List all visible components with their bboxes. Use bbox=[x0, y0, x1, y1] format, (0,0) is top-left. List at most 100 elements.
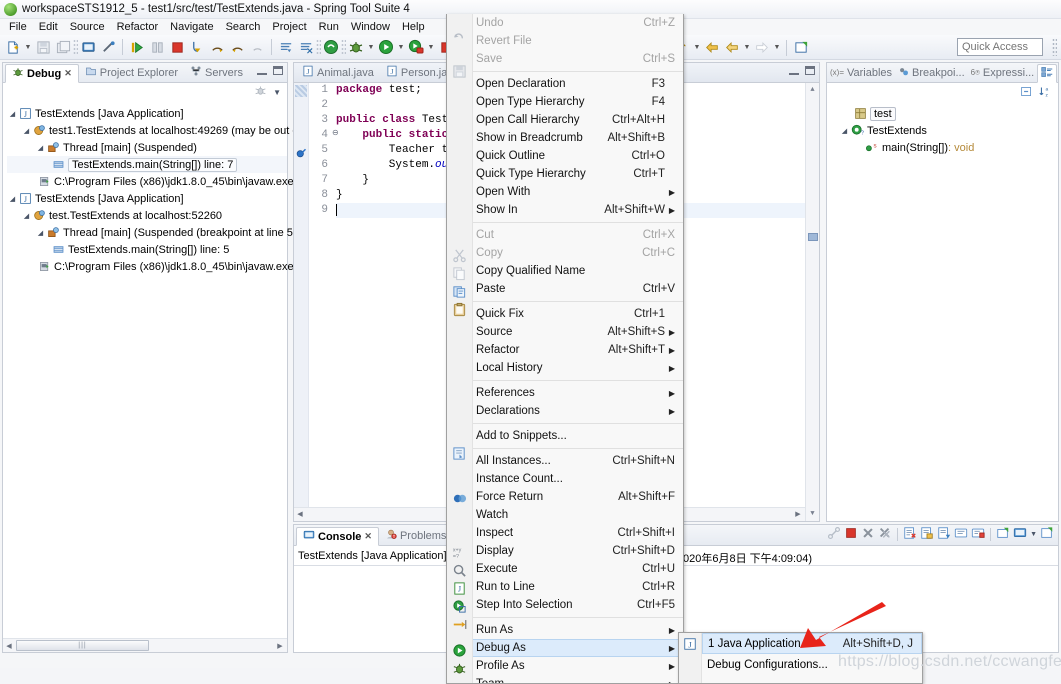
scroll-thumb[interactable]: ||| bbox=[16, 640, 149, 651]
debug-view-hscrollbar[interactable]: ◀ ||| ▶ bbox=[3, 638, 287, 652]
menu-item-display[interactable]: Display Ctrl+Shift+D bbox=[473, 542, 683, 560]
remove-launch-icon[interactable] bbox=[861, 526, 875, 543]
sts-dashboard-icon[interactable] bbox=[321, 37, 341, 57]
twisty-icon[interactable]: ◢ bbox=[839, 125, 850, 136]
close-icon[interactable]: ✕ bbox=[64, 68, 72, 79]
tree-row-selected[interactable]: TestExtends.main(String[]) line: 7 bbox=[7, 156, 287, 173]
run-launch-icon[interactable] bbox=[376, 37, 396, 57]
debug-dropdown-caret[interactable]: ▼ bbox=[366, 37, 376, 57]
menu-item-show-in[interactable]: Show In Alt+Shift+W ▶ bbox=[473, 201, 683, 219]
editor-annotation-ruler[interactable] bbox=[294, 83, 309, 521]
tree-row[interactable]: ◢ Thread [main] (Suspended (breakpoint a… bbox=[7, 224, 299, 241]
terminate-icon[interactable] bbox=[844, 526, 858, 543]
menu-item-show-in-breadcrumb[interactable]: Show in Breadcrumb Alt+Shift+B bbox=[473, 129, 683, 147]
menu-window[interactable]: Window bbox=[345, 20, 396, 34]
menu-item-inspect[interactable]: Inspect Ctrl+Shift+I bbox=[473, 524, 683, 542]
twisty-icon[interactable]: ◢ bbox=[35, 227, 46, 238]
open-console-view-icon[interactable] bbox=[1013, 526, 1027, 543]
tree-row[interactable]: ◢ test1.TestExtends at localhost:49269 (… bbox=[7, 122, 302, 139]
tab-problems[interactable]: Problems bbox=[379, 526, 452, 545]
twisty-icon[interactable]: ◢ bbox=[21, 125, 32, 136]
scroll-left-arrow-icon[interactable]: ◀ bbox=[294, 510, 306, 519]
menu-item-force-return[interactable]: Force Return Alt+Shift+F bbox=[473, 488, 683, 506]
minimize-icon[interactable] bbox=[257, 66, 267, 75]
menu-help[interactable]: Help bbox=[396, 20, 431, 34]
menu-item-execute[interactable]: Execute Ctrl+U bbox=[473, 560, 683, 578]
disconnect-icon[interactable] bbox=[98, 37, 118, 57]
scroll-left-arrow-icon[interactable]: ◀ bbox=[3, 642, 15, 650]
tab-servers[interactable]: Servers bbox=[184, 63, 249, 82]
debug-launch-icon[interactable] bbox=[346, 37, 366, 57]
menu-item-quick-outline[interactable]: Quick Outline Ctrl+O bbox=[473, 147, 683, 165]
tree-row[interactable]: ◢ test.TestExtends at localhost:52260 bbox=[7, 207, 287, 224]
menu-item-source[interactable]: Source Alt+Shift+S ▶ bbox=[473, 323, 683, 341]
back-icon[interactable] bbox=[702, 38, 722, 58]
scroll-thumb[interactable] bbox=[808, 233, 818, 241]
menu-item-run-to-line[interactable]: Run to Line Ctrl+R bbox=[473, 578, 683, 596]
tree-row[interactable]: ◢ J TestExtends [Java Application] bbox=[7, 105, 287, 122]
menu-item-all-instances[interactable]: All Instances... Ctrl+Shift+N bbox=[473, 452, 683, 470]
menu-edit[interactable]: Edit bbox=[33, 20, 64, 34]
skip-breakpoints-icon[interactable] bbox=[78, 37, 98, 57]
tab-variables[interactable]: (x)= Variables bbox=[827, 63, 895, 82]
scroll-right-arrow-icon[interactable]: ▶ bbox=[273, 642, 287, 650]
back-caret[interactable]: ▼ bbox=[742, 38, 752, 58]
toolbar-handle-4[interactable] bbox=[1052, 38, 1057, 56]
tab-expressions[interactable]: 6⍟ Expressi... bbox=[968, 63, 1038, 82]
menu-item-declarations[interactable]: Declarations ▶ bbox=[473, 402, 683, 420]
forward-back-icon[interactable] bbox=[722, 38, 742, 58]
tree-row[interactable]: C:\Program Files (x86)\jdk1.8.0_45\bin\j… bbox=[7, 258, 307, 275]
forward-caret[interactable]: ▼ bbox=[772, 38, 782, 58]
boot-dashboard-icon[interactable] bbox=[406, 37, 426, 57]
quick-access-input[interactable] bbox=[957, 38, 1043, 56]
collapse-all-icon[interactable] bbox=[1020, 85, 1033, 101]
menu-item-open-call-hierarchy[interactable]: Open Call Hierarchy Ctrl+Alt+H bbox=[473, 111, 683, 129]
pin-console-icon[interactable] bbox=[937, 526, 951, 543]
menu-item-copy-qualified-name[interactable]: Copy Qualified Name bbox=[473, 262, 683, 280]
new-dropdown-caret[interactable]: ▼ bbox=[23, 37, 33, 57]
display-selected-icon[interactable] bbox=[954, 526, 968, 543]
scroll-up-arrow-icon[interactable]: ▲ bbox=[806, 83, 819, 97]
run-dropdown-caret[interactable]: ▼ bbox=[396, 37, 406, 57]
menu-item-references[interactable]: References ▶ bbox=[473, 384, 683, 402]
pin-view-icon[interactable] bbox=[1040, 526, 1054, 543]
menu-project[interactable]: Project bbox=[266, 20, 312, 34]
toolbar-handle-3[interactable] bbox=[341, 39, 346, 55]
sort-icon[interactable]: az bbox=[1039, 85, 1052, 101]
menu-search[interactable]: Search bbox=[220, 20, 267, 34]
tab-debug[interactable]: Debug ✕ bbox=[5, 64, 79, 83]
scroll-right-arrow-icon[interactable]: ▶ bbox=[791, 510, 805, 519]
menu-item-run-as[interactable]: Run As ▶ bbox=[473, 621, 683, 639]
menu-item-team[interactable]: Team ▶ bbox=[473, 675, 683, 683]
menu-item-watch[interactable]: Watch bbox=[473, 506, 683, 524]
twisty-icon[interactable]: ◢ bbox=[21, 210, 32, 221]
tree-row[interactable]: test bbox=[831, 105, 1058, 122]
step-into-icon[interactable] bbox=[187, 37, 207, 57]
maximize-icon[interactable] bbox=[273, 66, 283, 75]
terminate-icon[interactable] bbox=[167, 37, 187, 57]
tree-row[interactable]: ◢ J TestExtends [Java Application] bbox=[7, 190, 287, 207]
tree-row[interactable]: ◢ ? TestExtends bbox=[831, 122, 1058, 139]
step-filters-icon[interactable] bbox=[276, 37, 296, 57]
maximize-icon[interactable] bbox=[805, 66, 815, 75]
twisty-icon[interactable]: ◢ bbox=[35, 142, 46, 153]
step-over-icon[interactable] bbox=[207, 37, 227, 57]
menu-run[interactable]: Run bbox=[313, 20, 345, 34]
menu-item-open-with[interactable]: Open With ▶ bbox=[473, 183, 683, 201]
new-java-project-icon[interactable] bbox=[791, 38, 811, 58]
tree-row[interactable]: s main(String[]) : void bbox=[831, 139, 1058, 156]
menu-item-open-type-hierarchy[interactable]: Open Type Hierarchy F4 bbox=[473, 93, 683, 111]
view-menu-icon[interactable]: ▼ bbox=[273, 88, 281, 97]
editor-tab-animal[interactable]: J Animal.java bbox=[296, 63, 380, 82]
menu-item-paste[interactable]: Paste Ctrl+V bbox=[473, 280, 683, 298]
scroll-down-arrow-icon[interactable]: ▼ bbox=[806, 507, 819, 521]
toolbar-handle-2[interactable] bbox=[316, 39, 321, 55]
menu-item-local-history[interactable]: Local History ▶ bbox=[473, 359, 683, 377]
editor-context-menu[interactable]: Undo Ctrl+Z Revert File Save Ctrl+S Open… bbox=[446, 14, 684, 684]
tree-row[interactable]: TestExtends.main(String[]) line: 5 bbox=[7, 241, 287, 258]
tree-row[interactable]: C:\Program Files (x86)\jdk1.8.0_45\bin\j… bbox=[7, 173, 307, 190]
menu-item-quick-fix[interactable]: Quick Fix Ctrl+1 bbox=[473, 305, 683, 323]
boot-dropdown-caret[interactable]: ▼ bbox=[426, 37, 436, 57]
menu-navigate[interactable]: Navigate bbox=[164, 20, 219, 34]
debug-view-toolbar-icon[interactable] bbox=[254, 84, 267, 100]
